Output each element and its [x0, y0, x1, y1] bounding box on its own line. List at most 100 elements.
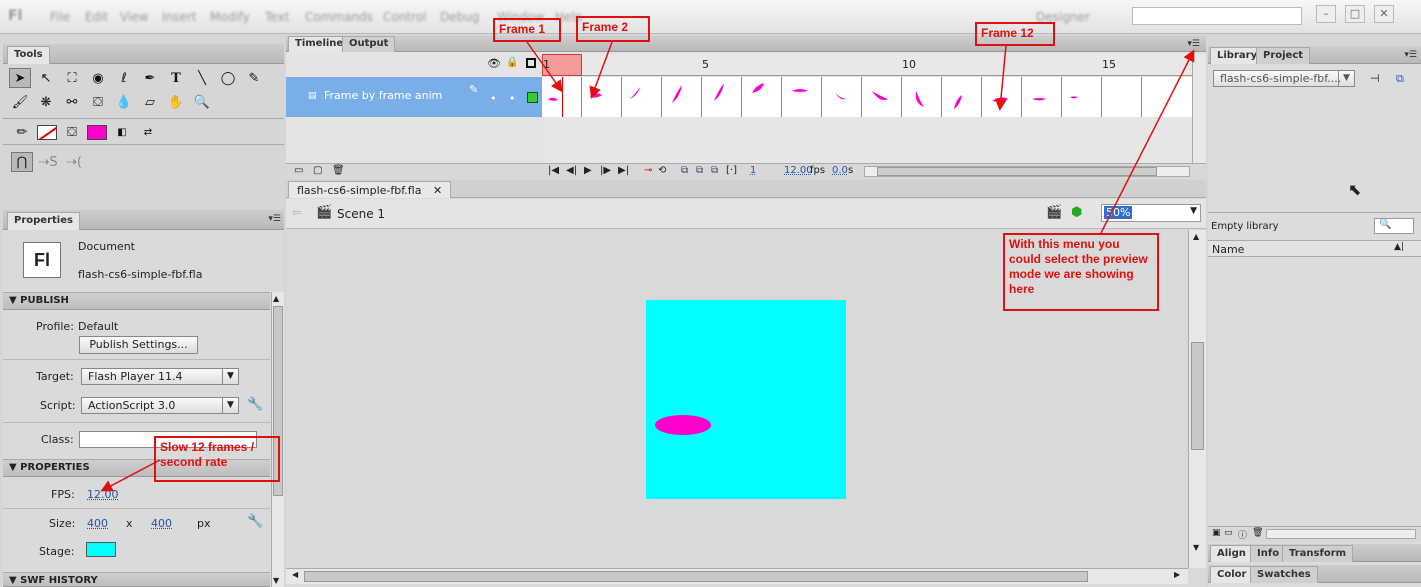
- timeline-h-scrollbar[interactable]: [864, 166, 1190, 177]
- new-folder-icon[interactable]: ▢: [313, 165, 322, 176]
- zoom-tool-icon[interactable]: 🔍: [191, 92, 213, 112]
- sort-icon[interactable]: ▲|: [1394, 242, 1404, 252]
- scroll-down-icon[interactable]: ▼: [1193, 543, 1199, 552]
- lock-icon[interactable]: 🔒: [506, 57, 518, 68]
- scroll-thumb[interactable]: [1191, 342, 1204, 450]
- lock-dot[interactable]: •: [509, 92, 516, 105]
- name-column[interactable]: Name: [1212, 243, 1244, 256]
- keyframe[interactable]: [982, 77, 1022, 117]
- keyframe[interactable]: [702, 77, 742, 117]
- edit-scene-icon[interactable]: 🎬: [1046, 205, 1062, 220]
- timeline-scrollbar[interactable]: [1192, 54, 1206, 163]
- document-tab[interactable]: flash-cs6-simple-fbf.fla ✕: [288, 181, 452, 198]
- pen-tool-icon[interactable]: ✒: [139, 68, 161, 88]
- delete-icon[interactable]: 🗑: [1252, 528, 1263, 538]
- center-frame-icon[interactable]: ⊸: [644, 165, 652, 176]
- library-search-input[interactable]: 🔍: [1374, 218, 1414, 234]
- scroll-right-icon[interactable]: ▶: [1174, 570, 1180, 579]
- publish-section-header[interactable]: ▼ PUBLISH: [3, 292, 270, 310]
- wrench-icon[interactable]: 🔧: [247, 514, 263, 529]
- stage-color-swatch[interactable]: [86, 542, 116, 557]
- tab-project[interactable]: Project: [1256, 47, 1311, 64]
- ellipse-shape[interactable]: [655, 415, 711, 435]
- stroke-none-swatch[interactable]: [37, 124, 57, 140]
- step-forward-icon[interactable]: |▶: [600, 165, 611, 176]
- back-arrow-icon[interactable]: ⇦: [292, 206, 301, 219]
- scroll-thumb[interactable]: [877, 167, 1157, 176]
- tab-swatches[interactable]: Swatches: [1250, 566, 1318, 583]
- keyframe[interactable]: [942, 77, 982, 117]
- timeline-menu-icon[interactable]: ▾☰: [1184, 39, 1200, 49]
- script-select[interactable]: ActionScript 3.0 ▼: [81, 397, 239, 414]
- deco-tool-icon[interactable]: ❋: [35, 92, 57, 112]
- scroll-up-icon[interactable]: ▲: [1193, 232, 1199, 241]
- scroll-left-icon[interactable]: ◀: [292, 570, 298, 579]
- close-button[interactable]: ✕: [1374, 5, 1394, 23]
- straighten-icon[interactable]: ⇢(: [63, 152, 85, 172]
- keyframe[interactable]: [742, 77, 782, 117]
- edit-multiple-icon[interactable]: ⧉: [711, 165, 718, 176]
- line-tool-icon[interactable]: ╲: [191, 68, 213, 88]
- zoom-select[interactable]: 50% ▼: [1101, 204, 1201, 222]
- layer-row[interactable]: ▤ Frame by frame anim ✎ • •: [286, 77, 542, 117]
- fill-color-icon[interactable]: ⛋: [61, 122, 83, 142]
- text-tool-icon[interactable]: T: [165, 68, 187, 88]
- close-tab-icon[interactable]: ✕: [433, 184, 442, 197]
- menu-text[interactable]: Text: [265, 10, 289, 24]
- library-document-select[interactable]: flash-cs6-simple-fbf.... ▼: [1213, 70, 1355, 87]
- modify-markers-icon[interactable]: [·]: [726, 165, 737, 176]
- elapsed-value[interactable]: 0.0: [832, 165, 848, 176]
- frame-strip[interactable]: [542, 77, 1192, 117]
- smooth-icon[interactable]: ⇢S: [37, 152, 59, 172]
- 3d-rotation-tool-icon[interactable]: ◉: [87, 68, 109, 88]
- frame-ruler[interactable]: 1 5 10 15: [542, 54, 1192, 76]
- target-select[interactable]: Flash Player 11.4 ▼: [81, 368, 239, 385]
- last-frame-icon[interactable]: ▶|: [618, 165, 629, 176]
- delete-layer-icon[interactable]: 🗑: [332, 165, 345, 176]
- brush-tool-icon[interactable]: 🖌: [9, 92, 31, 112]
- snap-to-objects-icon[interactable]: ⋂: [11, 152, 33, 172]
- keyframe[interactable]: [862, 77, 902, 117]
- keyframe[interactable]: [582, 77, 622, 117]
- outline-color-box[interactable]: [527, 92, 538, 103]
- tab-info[interactable]: Info: [1250, 545, 1287, 562]
- tab-transform[interactable]: Transform: [1282, 545, 1354, 562]
- subselection-tool-icon[interactable]: ↖: [35, 68, 57, 88]
- free-transform-tool-icon[interactable]: ⛶: [61, 68, 83, 88]
- oval-tool-icon[interactable]: ◯: [217, 68, 239, 88]
- minimize-button[interactable]: –: [1316, 5, 1336, 23]
- menu-insert[interactable]: Insert: [162, 10, 196, 24]
- fps-timeline-value[interactable]: 12.00: [784, 165, 813, 176]
- wrench-icon[interactable]: 🔧: [247, 397, 263, 412]
- properties-icon[interactable]: ⓘ: [1238, 528, 1247, 541]
- library-menu-icon[interactable]: ▾☰: [1401, 50, 1417, 60]
- menu-modify[interactable]: Modify: [210, 10, 250, 24]
- stage-v-scrollbar[interactable]: ▲ ▼: [1188, 230, 1206, 568]
- swf-history-section-header[interactable]: ▼ SWF HISTORY: [3, 572, 270, 587]
- tab-color[interactable]: Color: [1210, 566, 1254, 583]
- menu-debug[interactable]: Debug: [440, 10, 479, 24]
- panel-menu-icon[interactable]: ▾☰: [265, 214, 281, 224]
- eraser-tool-icon[interactable]: ▱: [139, 92, 161, 112]
- help-search-input[interactable]: [1132, 7, 1302, 25]
- bone-tool-icon[interactable]: ⚯: [61, 92, 83, 112]
- keyframe[interactable]: [1062, 77, 1102, 117]
- new-layer-icon[interactable]: ▭: [294, 165, 303, 176]
- onion-outline-icon[interactable]: ⧉: [696, 165, 703, 176]
- height-value[interactable]: 400: [151, 517, 172, 530]
- scroll-up-icon[interactable]: ▲: [273, 294, 279, 303]
- eyedropper-tool-icon[interactable]: 💧: [113, 92, 135, 112]
- tab-align[interactable]: Align: [1210, 545, 1253, 562]
- keyframe[interactable]: [622, 77, 662, 117]
- tab-properties[interactable]: Properties: [7, 212, 80, 230]
- new-folder-icon[interactable]: ▭: [1224, 528, 1233, 538]
- new-symbol-icon[interactable]: ▣: [1212, 528, 1221, 538]
- outline-icon[interactable]: [526, 58, 536, 68]
- publish-settings-button[interactable]: Publish Settings...: [79, 336, 198, 354]
- library-h-scrollbar[interactable]: [1266, 529, 1416, 539]
- menu-edit[interactable]: Edit: [85, 10, 108, 24]
- loop-icon[interactable]: ⟲: [658, 165, 666, 176]
- tab-output[interactable]: Output: [342, 36, 396, 52]
- menu-file[interactable]: File: [50, 10, 70, 24]
- width-value[interactable]: 400: [87, 517, 108, 530]
